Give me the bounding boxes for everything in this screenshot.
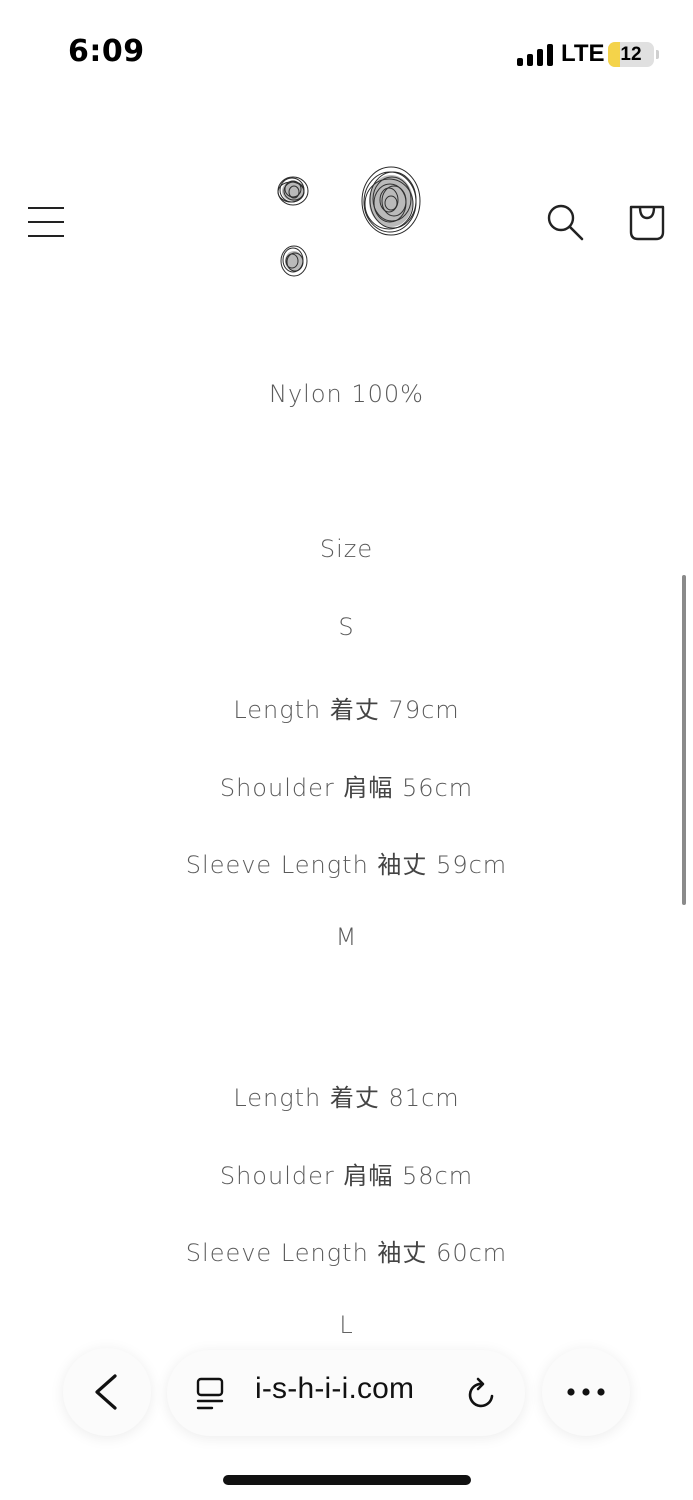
size-heading: Size [319,535,374,563]
address-bar[interactable]: i-s-h-i-i.com [167,1350,525,1436]
size-label-s: S [338,613,355,641]
size-m-shoulder: Shoulder 肩幅 58cm [219,1162,474,1190]
status-time: 6:09 [68,34,145,69]
cellular-signal-icon [517,44,555,66]
reader-mode-icon[interactable] [195,1376,227,1412]
home-indicator[interactable] [223,1475,471,1485]
material-text: Nylon 100% [269,380,424,408]
size-m-length: Length 着丈 81cm [233,1084,460,1112]
scribble-circles-logo[interactable] [270,160,430,285]
status-bar: 6:09 LTE 12 [0,0,693,100]
network-type: LTE [561,40,605,67]
more-button[interactable] [542,1348,630,1436]
size-label-m: M [335,923,358,951]
battery-level: 12 [620,44,642,65]
url-text[interactable]: i-s-h-i-i.com [255,1372,414,1406]
more-dots-icon [567,1388,605,1396]
shopping-bag-icon[interactable] [627,202,667,242]
battery-cap [656,50,659,59]
size-s-sleeve: Sleeve Length 袖丈 59cm [185,851,508,879]
page-scrollbar[interactable] [682,575,686,905]
size-m-sleeve: Sleeve Length 袖丈 60cm [185,1239,508,1267]
chevron-left-icon [95,1374,117,1410]
hamburger-menu-icon[interactable] [28,205,64,239]
battery-icon: 12 [608,42,654,67]
reload-icon[interactable] [465,1376,499,1412]
size-s-length: Length 着丈 79cm [233,696,460,724]
back-button[interactable] [63,1348,151,1436]
search-icon[interactable] [545,202,585,242]
size-s-shoulder: Shoulder 肩幅 56cm [219,774,474,802]
